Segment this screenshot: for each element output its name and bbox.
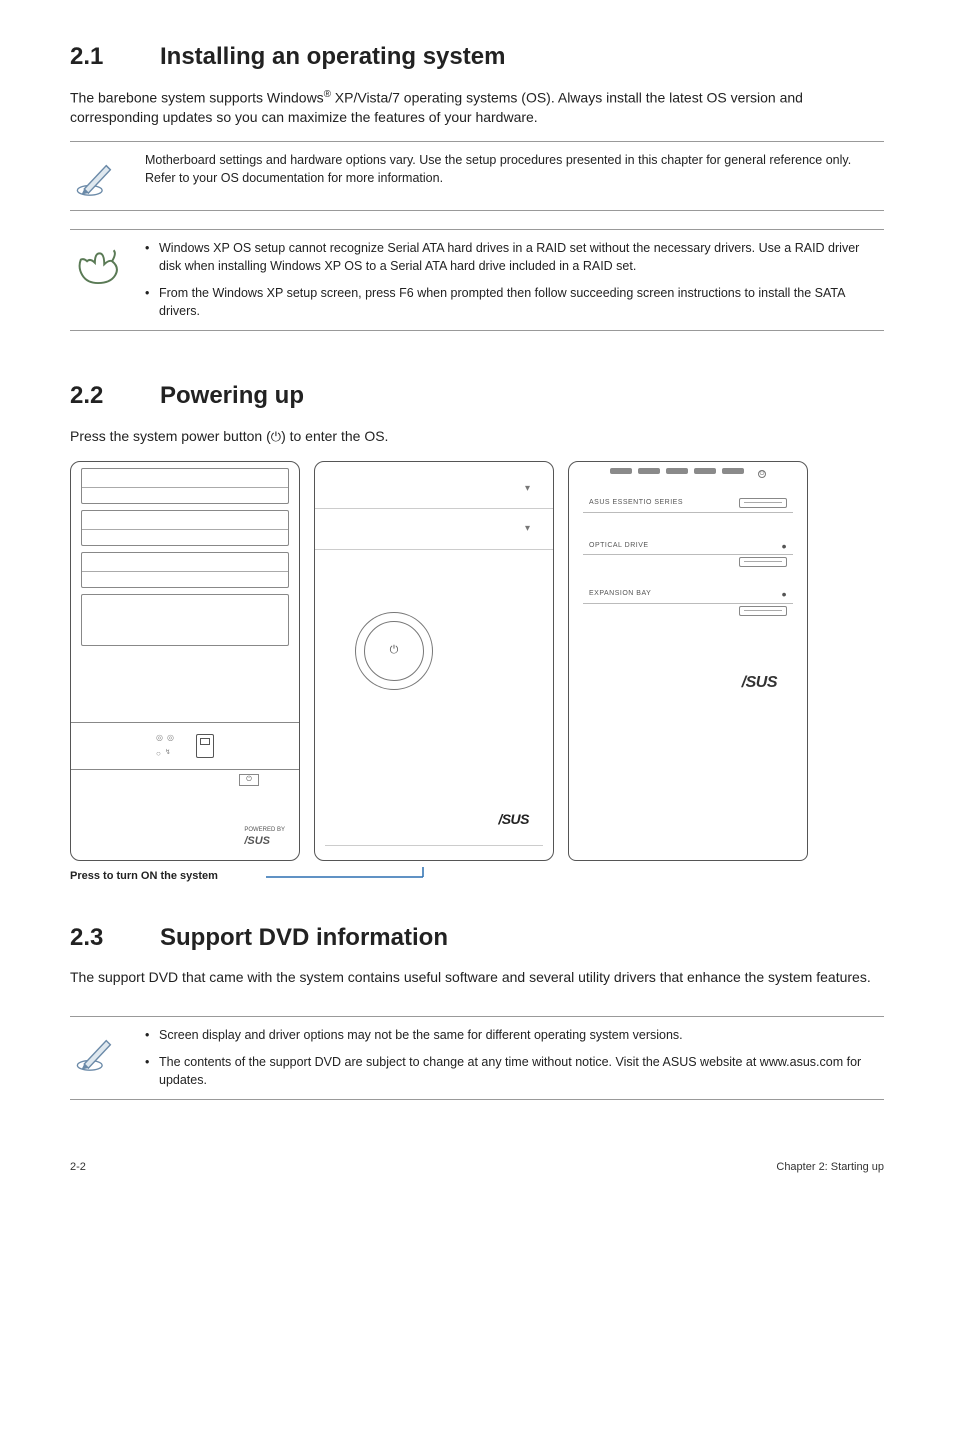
note2-text: Windows XP OS setup cannot recognize Ser… bbox=[145, 240, 884, 320]
note2-bullet-2: From the Windows XP setup screen, press … bbox=[145, 285, 884, 320]
drive-bay-large bbox=[81, 594, 289, 646]
asus-logo: /SUS bbox=[742, 672, 777, 694]
section3-body: The support DVD that came with the syste… bbox=[70, 968, 884, 988]
front-panel: ◎◎ ○↯ bbox=[71, 722, 299, 770]
body-b: ) to enter the OS. bbox=[281, 428, 388, 444]
section-heading: 2.1 Installing an operating system bbox=[70, 40, 884, 74]
section-heading: 2.2 Powering up bbox=[70, 379, 884, 413]
card-slot-icon bbox=[196, 734, 214, 758]
vent-icon: ▾ bbox=[525, 522, 533, 534]
body-a: Press the system power button ( bbox=[70, 428, 271, 444]
expansion-label: EXPANSION BAY bbox=[589, 589, 651, 599]
power-icon: ⏻ bbox=[271, 429, 281, 444]
note-icon-col bbox=[70, 1027, 125, 1090]
registered-mark: ® bbox=[324, 89, 331, 100]
section1-intro: The barebone system supports Windows® XP… bbox=[70, 88, 884, 128]
power-button-icon: ⏻ bbox=[364, 621, 424, 681]
page-footer: 2-2 Chapter 2: Starting up bbox=[70, 1160, 884, 1175]
port-icons: ◎◎ ○↯ bbox=[156, 732, 174, 758]
footer-page-number: 2-2 bbox=[70, 1160, 86, 1175]
powered-by-label: POWERED BY /SUS bbox=[244, 823, 285, 850]
hand-point-icon bbox=[73, 244, 123, 294]
note2-bullet-1: Windows XP OS setup cannot recognize Ser… bbox=[145, 240, 884, 275]
note3-text: Screen display and driver options may no… bbox=[145, 1027, 884, 1090]
chassis-2: ▾ ▾ ⏻ /SUS bbox=[314, 461, 554, 861]
power-button-icon: ⏻ bbox=[758, 470, 766, 478]
section-heading: 2.3 Support DVD information bbox=[70, 921, 884, 955]
callout-row: Press to turn ON the system bbox=[70, 867, 884, 891]
slot-icon bbox=[739, 606, 787, 616]
vent-icon: ▾ bbox=[525, 482, 533, 494]
note-block-2: Windows XP OS setup cannot recognize Ser… bbox=[70, 229, 884, 331]
section-number: 2.2 bbox=[70, 382, 103, 409]
pencil-icon bbox=[76, 1031, 120, 1075]
section-title-text: Powering up bbox=[160, 382, 304, 409]
intro-text-a: The barebone system supports Windows bbox=[70, 89, 324, 105]
dot-icon: • bbox=[782, 591, 787, 597]
drive-bay bbox=[81, 468, 289, 504]
drive-bay bbox=[81, 552, 289, 588]
note-icon-col bbox=[70, 152, 125, 200]
asus-logo: /SUS bbox=[498, 810, 529, 830]
callout-text: Press to turn ON the system bbox=[70, 869, 218, 884]
chassis-1: ◎◎ ○↯ ⏻ POWERED BY /SUS bbox=[70, 461, 300, 861]
note1-text: Motherboard settings and hardware option… bbox=[145, 152, 884, 200]
chassis-figure-row: ◎◎ ○↯ ⏻ POWERED BY /SUS ▾ ▾ ⏻ /SUS ⏻ ASU… bbox=[70, 461, 884, 861]
section-number: 2.1 bbox=[70, 43, 103, 70]
pencil-icon bbox=[76, 156, 120, 200]
note3-bullet-1: Screen display and driver options may no… bbox=[145, 1027, 884, 1045]
drive-bay bbox=[81, 510, 289, 546]
slot-icon bbox=[739, 498, 787, 508]
chassis-3: ⏻ ASUS ESSENTIO SERIES OPTICAL DRIVE • E… bbox=[568, 461, 808, 861]
poweredby-text: POWERED BY bbox=[244, 827, 285, 833]
note-block-1: Motherboard settings and hardware option… bbox=[70, 141, 884, 211]
section-title-text: Installing an operating system bbox=[160, 43, 505, 70]
note-icon-col bbox=[70, 240, 125, 320]
optical-label: OPTICAL DRIVE bbox=[589, 541, 649, 551]
dot-icon: • bbox=[782, 543, 787, 549]
note-block-3: Screen display and driver options may no… bbox=[70, 1016, 884, 1101]
top-grill: ⏻ bbox=[599, 468, 777, 480]
section-number: 2.3 bbox=[70, 924, 103, 951]
footer-chapter: Chapter 2: Starting up bbox=[776, 1160, 884, 1175]
series-label: ASUS ESSENTIO SERIES bbox=[589, 498, 683, 508]
section2-body: Press the system power button (⏻) to ent… bbox=[70, 427, 884, 447]
section-title-text: Support DVD information bbox=[160, 924, 448, 951]
slot-icon bbox=[739, 557, 787, 567]
note3-bullet-2: The contents of the support DVD are subj… bbox=[145, 1054, 884, 1089]
power-button-icon: ⏻ bbox=[239, 774, 259, 786]
